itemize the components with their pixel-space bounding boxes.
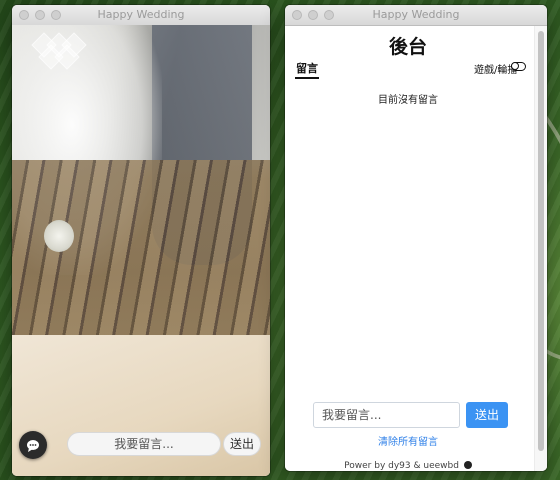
close-window-button[interactable] xyxy=(19,10,29,20)
window-title: Happy Wedding xyxy=(97,8,185,21)
wedding-window: Happy Wedding 我要留言... 送出 xyxy=(12,5,270,476)
mode-toggle-switch[interactable] xyxy=(511,62,526,71)
empty-state-message: 目前沒有留言 xyxy=(378,95,438,106)
admin-window: Happy Wedding 後台 留言 遊戲/輪播 目前沒有留言 我要留言...… xyxy=(285,5,547,471)
chat-bubble-icon xyxy=(27,439,39,452)
clear-all-messages-link[interactable]: 清除所有留言 xyxy=(285,433,531,448)
footer: Power by dy93 & ueewbd xyxy=(285,461,531,471)
bouquet xyxy=(44,220,74,252)
message-input[interactable]: 我要留言... xyxy=(67,432,221,456)
minimize-window-button[interactable] xyxy=(35,10,45,20)
traffic-lights xyxy=(19,10,61,20)
zoom-window-button[interactable] xyxy=(324,10,334,20)
footer-credits: Power by dy93 & ueewbd xyxy=(344,461,459,471)
zoom-window-button[interactable] xyxy=(51,10,61,20)
window-titlebar[interactable]: Happy Wedding xyxy=(12,5,270,26)
admin-content: 後台 留言 遊戲/輪播 目前沒有留言 我要留言... 送出 清除所有留言 Pow… xyxy=(285,26,547,471)
traffic-lights xyxy=(292,10,334,20)
chat-toggle-button[interactable] xyxy=(19,431,47,459)
page-title: 後台 xyxy=(388,36,427,58)
close-window-button[interactable] xyxy=(292,10,302,20)
tab-messages[interactable]: 留言 xyxy=(296,60,318,76)
window-title: Happy Wedding xyxy=(372,8,460,21)
scrollbar-thumb[interactable] xyxy=(538,31,544,451)
send-button[interactable]: 送出 xyxy=(466,402,508,428)
github-icon[interactable] xyxy=(463,461,472,469)
active-tab-indicator xyxy=(295,77,319,79)
minimize-window-button[interactable] xyxy=(308,10,318,20)
diamond-logo-icon xyxy=(31,32,87,70)
window-titlebar[interactable]: Happy Wedding xyxy=(285,5,547,26)
wedding-photo xyxy=(12,25,270,476)
vertical-scrollbar[interactable] xyxy=(534,26,547,471)
message-input[interactable]: 我要留言... xyxy=(313,402,460,428)
send-button[interactable]: 送出 xyxy=(223,432,261,456)
